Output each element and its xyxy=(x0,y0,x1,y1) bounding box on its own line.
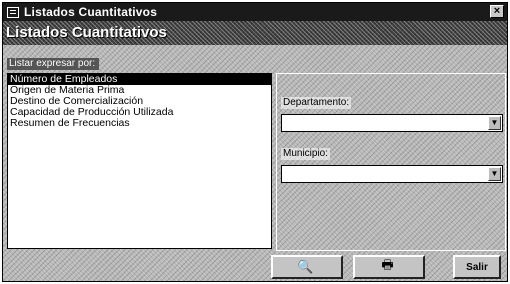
municipio-combo[interactable]: ▼ xyxy=(281,165,503,183)
close-button[interactable]: × xyxy=(490,5,504,18)
preview-button[interactable]: 🔍 xyxy=(271,255,343,279)
dialog-window: Listados Cuantitativos × Listados Cuanti… xyxy=(2,2,508,282)
exit-label: Salir xyxy=(466,261,488,273)
header-band: Listados Cuantitativos xyxy=(3,21,507,45)
chevron-down-icon[interactable]: ▼ xyxy=(488,116,501,130)
filter-group: Departamento: ▼ Municipio: ▼ xyxy=(276,73,506,251)
page-heading: Listados Cuantitativos xyxy=(6,24,167,41)
title-bar[interactable]: Listados Cuantitativos × xyxy=(3,3,507,21)
print-button[interactable]: 🖶 xyxy=(353,255,425,279)
exit-button[interactable]: Salir xyxy=(453,255,501,279)
municipio-label: Municipio: xyxy=(281,148,331,160)
app-icon xyxy=(7,6,19,18)
preview-icon: 🔍 xyxy=(297,259,314,274)
departamento-combo[interactable]: ▼ xyxy=(281,114,503,132)
departamento-label: Departamento: xyxy=(281,97,352,109)
list-item-resumen-frecuencias[interactable]: Resumen de Frecuencias xyxy=(8,118,271,129)
window-title: Listados Cuantitativos xyxy=(24,5,158,19)
report-type-listbox[interactable]: Número de Empleados Origen de Materia Pr… xyxy=(7,73,272,249)
printer-icon: 🖶 xyxy=(381,257,394,272)
chevron-down-icon[interactable]: ▼ xyxy=(488,167,501,181)
list-label: Listar expresar por: xyxy=(7,58,100,70)
